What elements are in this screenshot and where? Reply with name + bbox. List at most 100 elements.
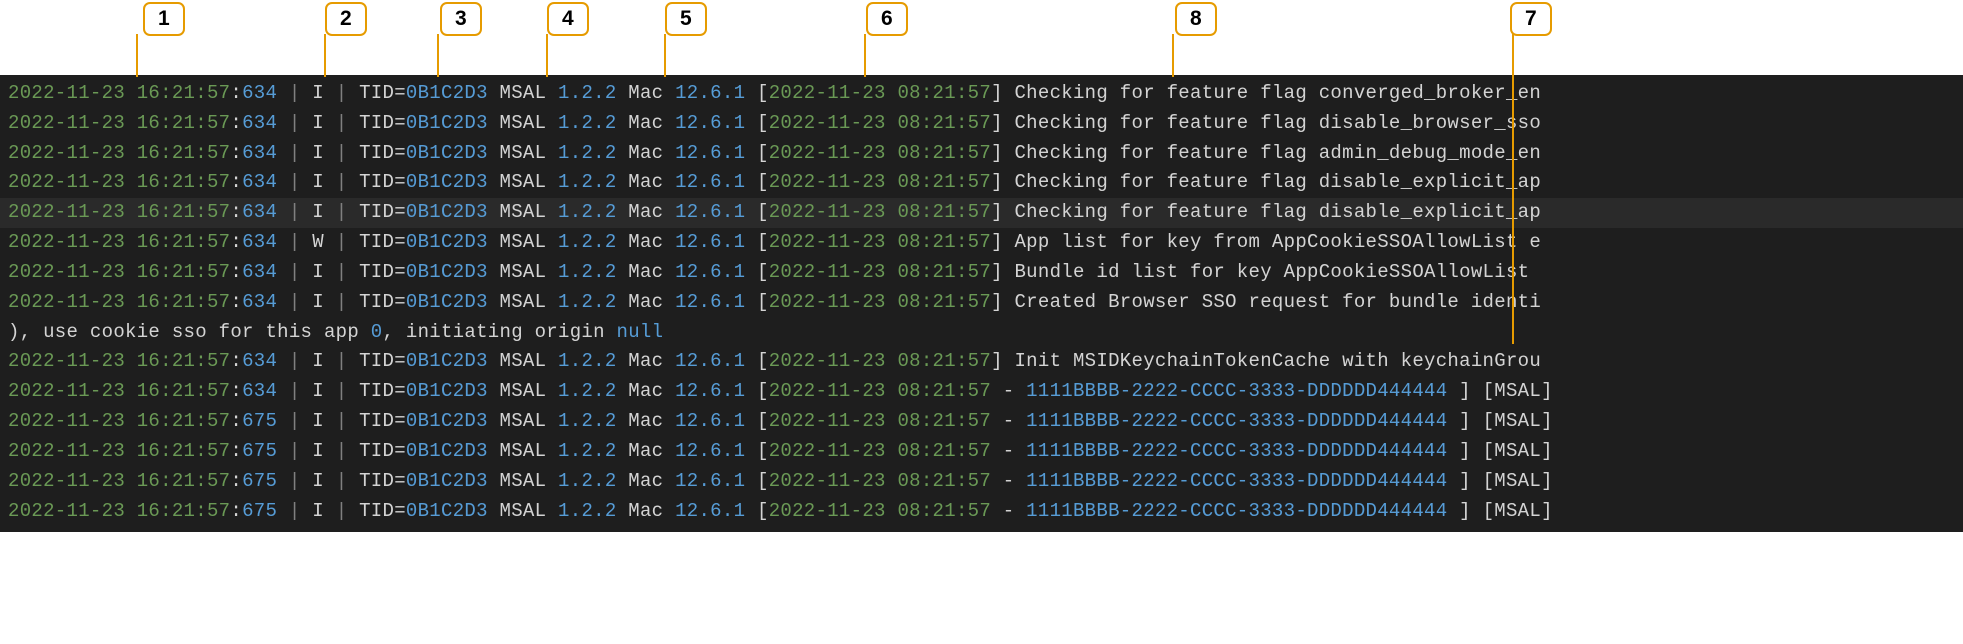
tid-value: 0B1C2D3: [406, 350, 488, 372]
mac-label: Mac: [628, 470, 663, 492]
mac-label: Mac: [628, 500, 663, 522]
pipe: |: [289, 142, 301, 164]
mac-version: 12.6.1: [675, 82, 745, 104]
log-line: 2022-11-23 16:21:57:634 | I | TID=0B1C2D…: [0, 198, 1963, 228]
bracket: [: [757, 261, 769, 283]
msal-version: 1.2.2: [558, 261, 617, 283]
msal-label: MSAL: [500, 201, 547, 223]
msal-label: MSAL: [500, 440, 547, 462]
log-line: ), use cookie sso for this app 0, initia…: [0, 318, 1963, 348]
pipe: |: [336, 350, 348, 372]
tid-value: 0B1C2D3: [406, 171, 488, 193]
inner-date: 2022-11-23: [769, 201, 886, 223]
log-line: 2022-11-23 16:21:57:634 | I | TID=0B1C2D…: [0, 79, 1963, 109]
log-line: 2022-11-23 16:21:57:675 | I | TID=0B1C2D…: [0, 467, 1963, 497]
inner-date: 2022-11-23: [769, 142, 886, 164]
inner-time: 08:21:57: [897, 112, 991, 134]
bracket: ]: [991, 201, 1003, 223]
msal-label: MSAL: [500, 410, 547, 432]
callout-4: 4: [547, 2, 589, 36]
bracket: ]: [991, 82, 1003, 104]
log-level: I: [312, 470, 324, 492]
log-line: 2022-11-23 16:21:57:634 | I | TID=0B1C2D…: [0, 139, 1963, 169]
inner-date: 2022-11-23: [769, 261, 886, 283]
bracket-close-space: ]: [1447, 410, 1470, 432]
callout-5: 5: [665, 2, 707, 36]
pipe: |: [336, 231, 348, 253]
log-level: I: [312, 380, 324, 402]
bracket: [: [757, 231, 769, 253]
msal-label: MSAL: [500, 112, 547, 134]
log-message: , initiating origin: [382, 321, 616, 343]
log-ms: 634: [242, 82, 277, 104]
log-date: 2022-11-23: [8, 142, 125, 164]
callout-connector: [664, 34, 666, 77]
callout-7: 7: [1510, 2, 1552, 36]
log-message: Checking for feature flag admin_debug_mo…: [1014, 142, 1541, 164]
dash: -: [991, 440, 1026, 462]
log-ms: 675: [242, 500, 277, 522]
log-time: 16:21:57: [137, 112, 231, 134]
pipe: |: [336, 171, 348, 193]
bracket: ]: [991, 350, 1003, 372]
log-ms: 675: [242, 440, 277, 462]
msal-label: MSAL: [500, 500, 547, 522]
bracket: [: [757, 350, 769, 372]
log-guid: 1111BBBB-2222-CCCC-3333-DDDDDD444444: [1026, 440, 1447, 462]
pipe: |: [336, 261, 348, 283]
log-time: 16:21:57: [137, 291, 231, 313]
dash: -: [991, 380, 1026, 402]
msal-label: MSAL: [500, 171, 547, 193]
log-level: I: [312, 82, 324, 104]
msal-label: MSAL: [500, 350, 547, 372]
mac-version: 12.6.1: [675, 470, 745, 492]
log-date: 2022-11-23: [8, 112, 125, 134]
log-message: Checking for feature flag disable_browse…: [1014, 112, 1541, 134]
msal-version: 1.2.2: [558, 142, 617, 164]
callout-label: 6: [866, 2, 908, 36]
tid-label: TID=: [359, 291, 406, 313]
mac-version: 12.6.1: [675, 380, 745, 402]
tid-value: 0B1C2D3: [406, 500, 488, 522]
bracket: [: [757, 112, 769, 134]
log-level: I: [312, 201, 324, 223]
msal-label: MSAL: [500, 470, 547, 492]
log-level: I: [312, 291, 324, 313]
callout-label: 8: [1175, 2, 1217, 36]
tid-label: TID=: [359, 201, 406, 223]
bracket: [: [757, 470, 769, 492]
mac-label: Mac: [628, 112, 663, 134]
msal-label: MSAL: [500, 142, 547, 164]
mac-label: Mac: [628, 380, 663, 402]
msal-tag: [MSAL]: [1483, 500, 1553, 522]
log-date: 2022-11-23: [8, 500, 125, 522]
log-level: I: [312, 410, 324, 432]
log-line: 2022-11-23 16:21:57:634 | I | TID=0B1C2D…: [0, 109, 1963, 139]
tid-label: TID=: [359, 470, 406, 492]
inner-time: 08:21:57: [897, 380, 991, 402]
pipe: |: [289, 112, 301, 134]
inner-time: 08:21:57: [897, 171, 991, 193]
msal-version: 1.2.2: [558, 171, 617, 193]
callout-connector: [324, 34, 326, 77]
msal-version: 1.2.2: [558, 470, 617, 492]
msal-version: 1.2.2: [558, 500, 617, 522]
pipe: |: [289, 261, 301, 283]
msal-tag: [MSAL]: [1483, 410, 1553, 432]
log-guid: 1111BBBB-2222-CCCC-3333-DDDDDD444444: [1026, 410, 1447, 432]
pipe: |: [289, 82, 301, 104]
log-date: 2022-11-23: [8, 171, 125, 193]
pipe: |: [336, 470, 348, 492]
log-line: 2022-11-23 16:21:57:675 | I | TID=0B1C2D…: [0, 437, 1963, 467]
log-ms: 634: [242, 380, 277, 402]
msal-tag: [MSAL]: [1483, 380, 1553, 402]
callout-label: 7: [1510, 2, 1552, 36]
callout-2: 2: [325, 2, 367, 36]
inner-time: 08:21:57: [897, 82, 991, 104]
log-ms: 634: [242, 350, 277, 372]
mac-version: 12.6.1: [675, 410, 745, 432]
log-line: 2022-11-23 16:21:57:634 | I | TID=0B1C2D…: [0, 288, 1963, 318]
tid-label: TID=: [359, 112, 406, 134]
pipe: |: [336, 82, 348, 104]
pipe: |: [289, 231, 301, 253]
